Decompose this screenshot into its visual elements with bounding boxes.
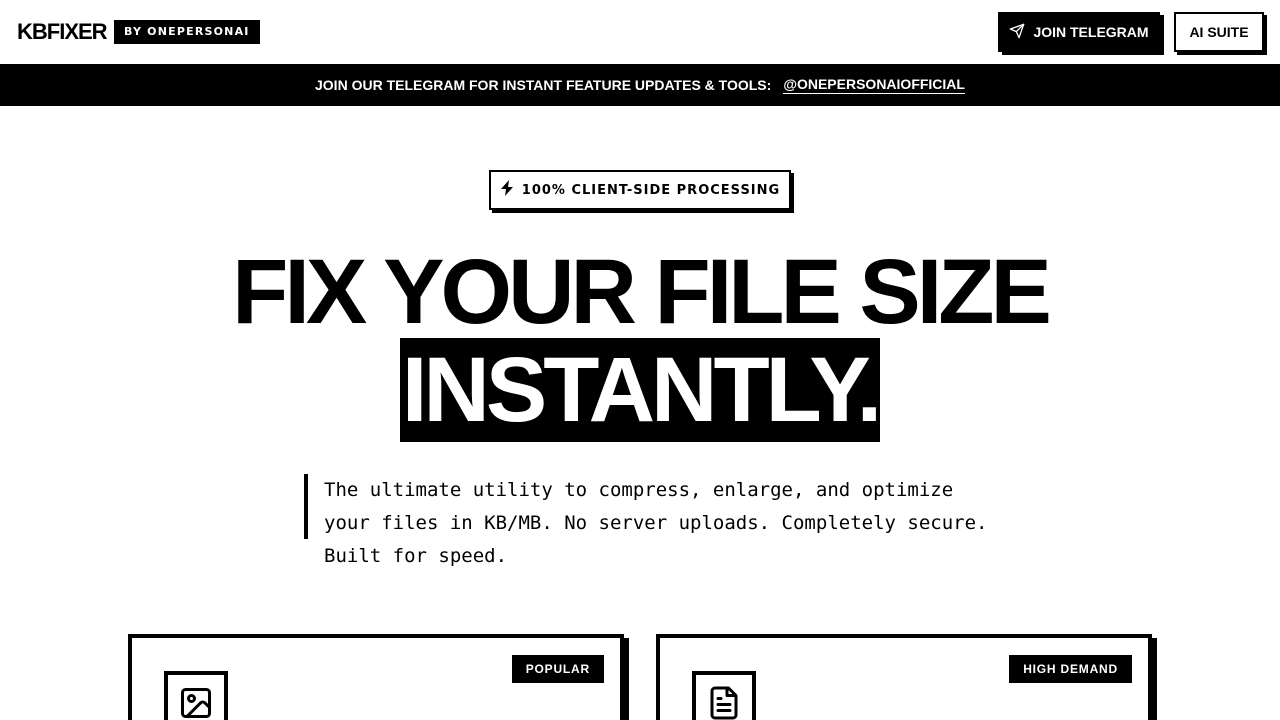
telegram-handle-link[interactable]: @ONEPERSONAIOFFICIAL [783, 76, 965, 94]
client-side-pill: 100% CLIENT-SIDE PROCESSING [489, 170, 791, 210]
announcement-text: JOIN OUR TELEGRAM FOR INSTANT FEATURE UP… [315, 77, 772, 93]
image-tool-card[interactable]: POPULAR [128, 634, 624, 720]
by-badge: BY ONEPERSONAI [114, 20, 260, 44]
document-icon [692, 671, 756, 720]
high-demand-badge: HIGH DEMAND [1009, 655, 1132, 683]
lightning-icon [500, 180, 514, 200]
site-header: KBFIXER BY ONEPERSONAI JOIN TELEGRAM AI … [0, 0, 1280, 64]
image-icon [164, 671, 228, 720]
send-icon [1009, 23, 1025, 42]
pill-label: 100% CLIENT-SIDE PROCESSING [521, 182, 781, 198]
join-telegram-button[interactable]: JOIN TELEGRAM [998, 12, 1160, 52]
ai-suite-button[interactable]: AI SUITE [1174, 12, 1264, 52]
headline-line-2: INSTANTLY. [400, 338, 882, 442]
hero-description: The ultimate utility to compress, enlarg… [304, 474, 994, 567]
announcement-bar: JOIN OUR TELEGRAM FOR INSTANT FEATURE UP… [0, 64, 1280, 106]
join-telegram-label: JOIN TELEGRAM [1033, 24, 1149, 40]
document-tool-card[interactable]: HIGH DEMAND [656, 634, 1152, 720]
headline-line-1: FIX YOUR FILE SIZE [232, 241, 1052, 343]
logo[interactable]: KBFIXER [17, 19, 108, 45]
popular-badge: POPULAR [511, 655, 604, 683]
